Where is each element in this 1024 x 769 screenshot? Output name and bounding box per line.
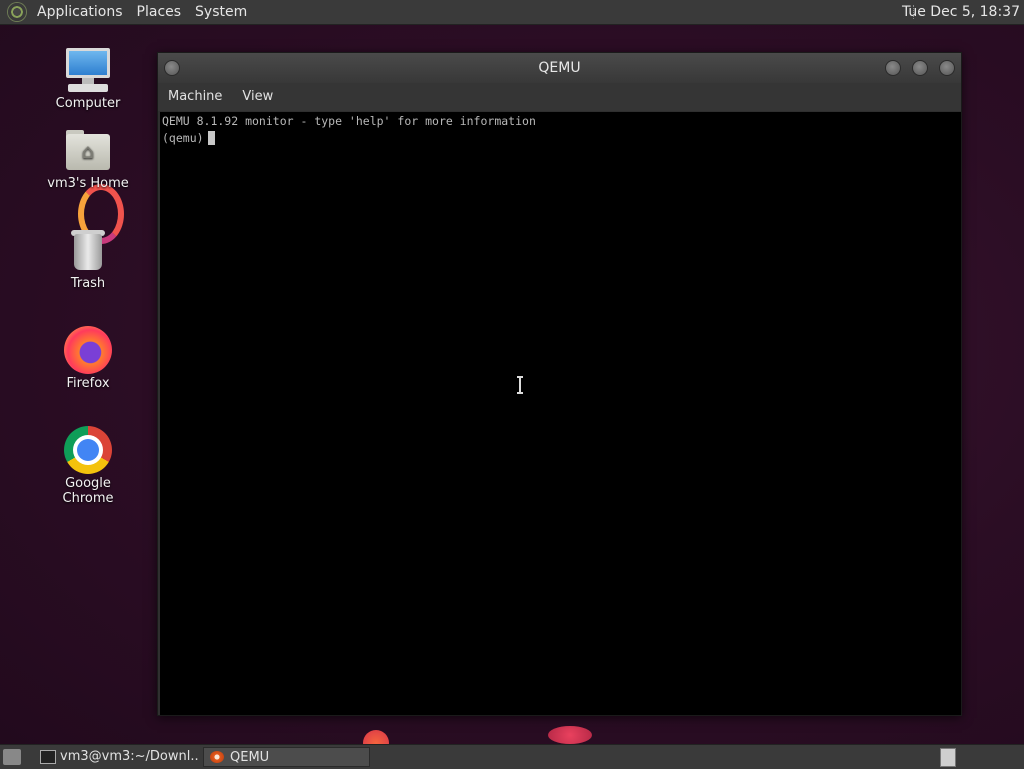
desktop-icon-label: Computer [55,96,121,111]
show-desktop-icon[interactable] [3,749,21,765]
window-titlebar[interactable]: QEMU [158,53,961,83]
console-prompt: (qemu) [162,131,204,145]
firefox-icon [64,326,112,374]
desktop-icon-label: vm3's Home [47,176,129,191]
taskbar-item-label: vm3@vm3:~/Downl... [60,749,200,764]
taskbar-item-qemu[interactable]: QEMU [203,747,370,767]
desktop-icon-home[interactable]: ⌂ vm3's Home [38,126,138,191]
desktop-icon-trash[interactable]: Trash [38,226,138,291]
desktop-icon-computer[interactable]: Computer [38,46,138,111]
window-title: QEMU [538,60,581,76]
minimize-button[interactable] [885,60,901,76]
computer-icon [64,46,112,94]
wallpaper-shape-red [548,726,592,744]
console-line: QEMU 8.1.92 monitor - type 'help' for mo… [162,114,536,128]
menu-machine[interactable]: Machine [158,83,232,111]
desktop-icon-label: Trash [70,276,106,291]
menu-view[interactable]: View [232,83,283,111]
applications-logo-icon[interactable] [8,3,26,21]
top-menu: Applications Places System [30,0,254,24]
qemu-window: QEMU Machine View QEMU 8.1.92 monitor - … [157,52,962,716]
desktop-icon-label: Firefox [66,376,110,391]
home-folder-icon: ⌂ [64,126,112,174]
chrome-icon [64,426,112,474]
desktop-icon-chrome[interactable]: Google Chrome [38,426,138,506]
desktop-icon-firefox[interactable]: Firefox [38,326,138,391]
taskbar-item-terminal[interactable]: vm3@vm3:~/Downl... [34,747,200,767]
menu-places[interactable]: Places [130,0,189,24]
qemu-monitor-console[interactable]: QEMU 8.1.92 monitor - type 'help' for mo… [160,112,961,715]
window-menubar: Machine View [158,83,961,111]
window-menu-button[interactable] [164,60,180,76]
workspace-switcher[interactable] [940,748,956,767]
taskbar-item-label: QEMU [230,750,270,765]
menu-applications[interactable]: Applications [30,0,130,24]
maximize-button[interactable] [912,60,928,76]
console-prompt-line: (qemu) [162,130,959,147]
trash-icon [64,226,112,274]
desktop-icon-label: Google Chrome [62,476,114,506]
mouse-ibeam-cursor-icon [517,376,523,394]
terminal-icon [40,750,56,764]
top-panel: Applications Places System Tue Dec 5, 18… [0,0,1024,25]
qemu-icon [210,751,224,763]
menu-system[interactable]: System [188,0,254,24]
bottom-panel: vm3@vm3:~/Downl... QEMU [0,744,1024,769]
clock[interactable]: Tue Dec 5, 18:37 [902,0,1020,24]
text-cursor [207,131,215,145]
close-button[interactable] [939,60,955,76]
